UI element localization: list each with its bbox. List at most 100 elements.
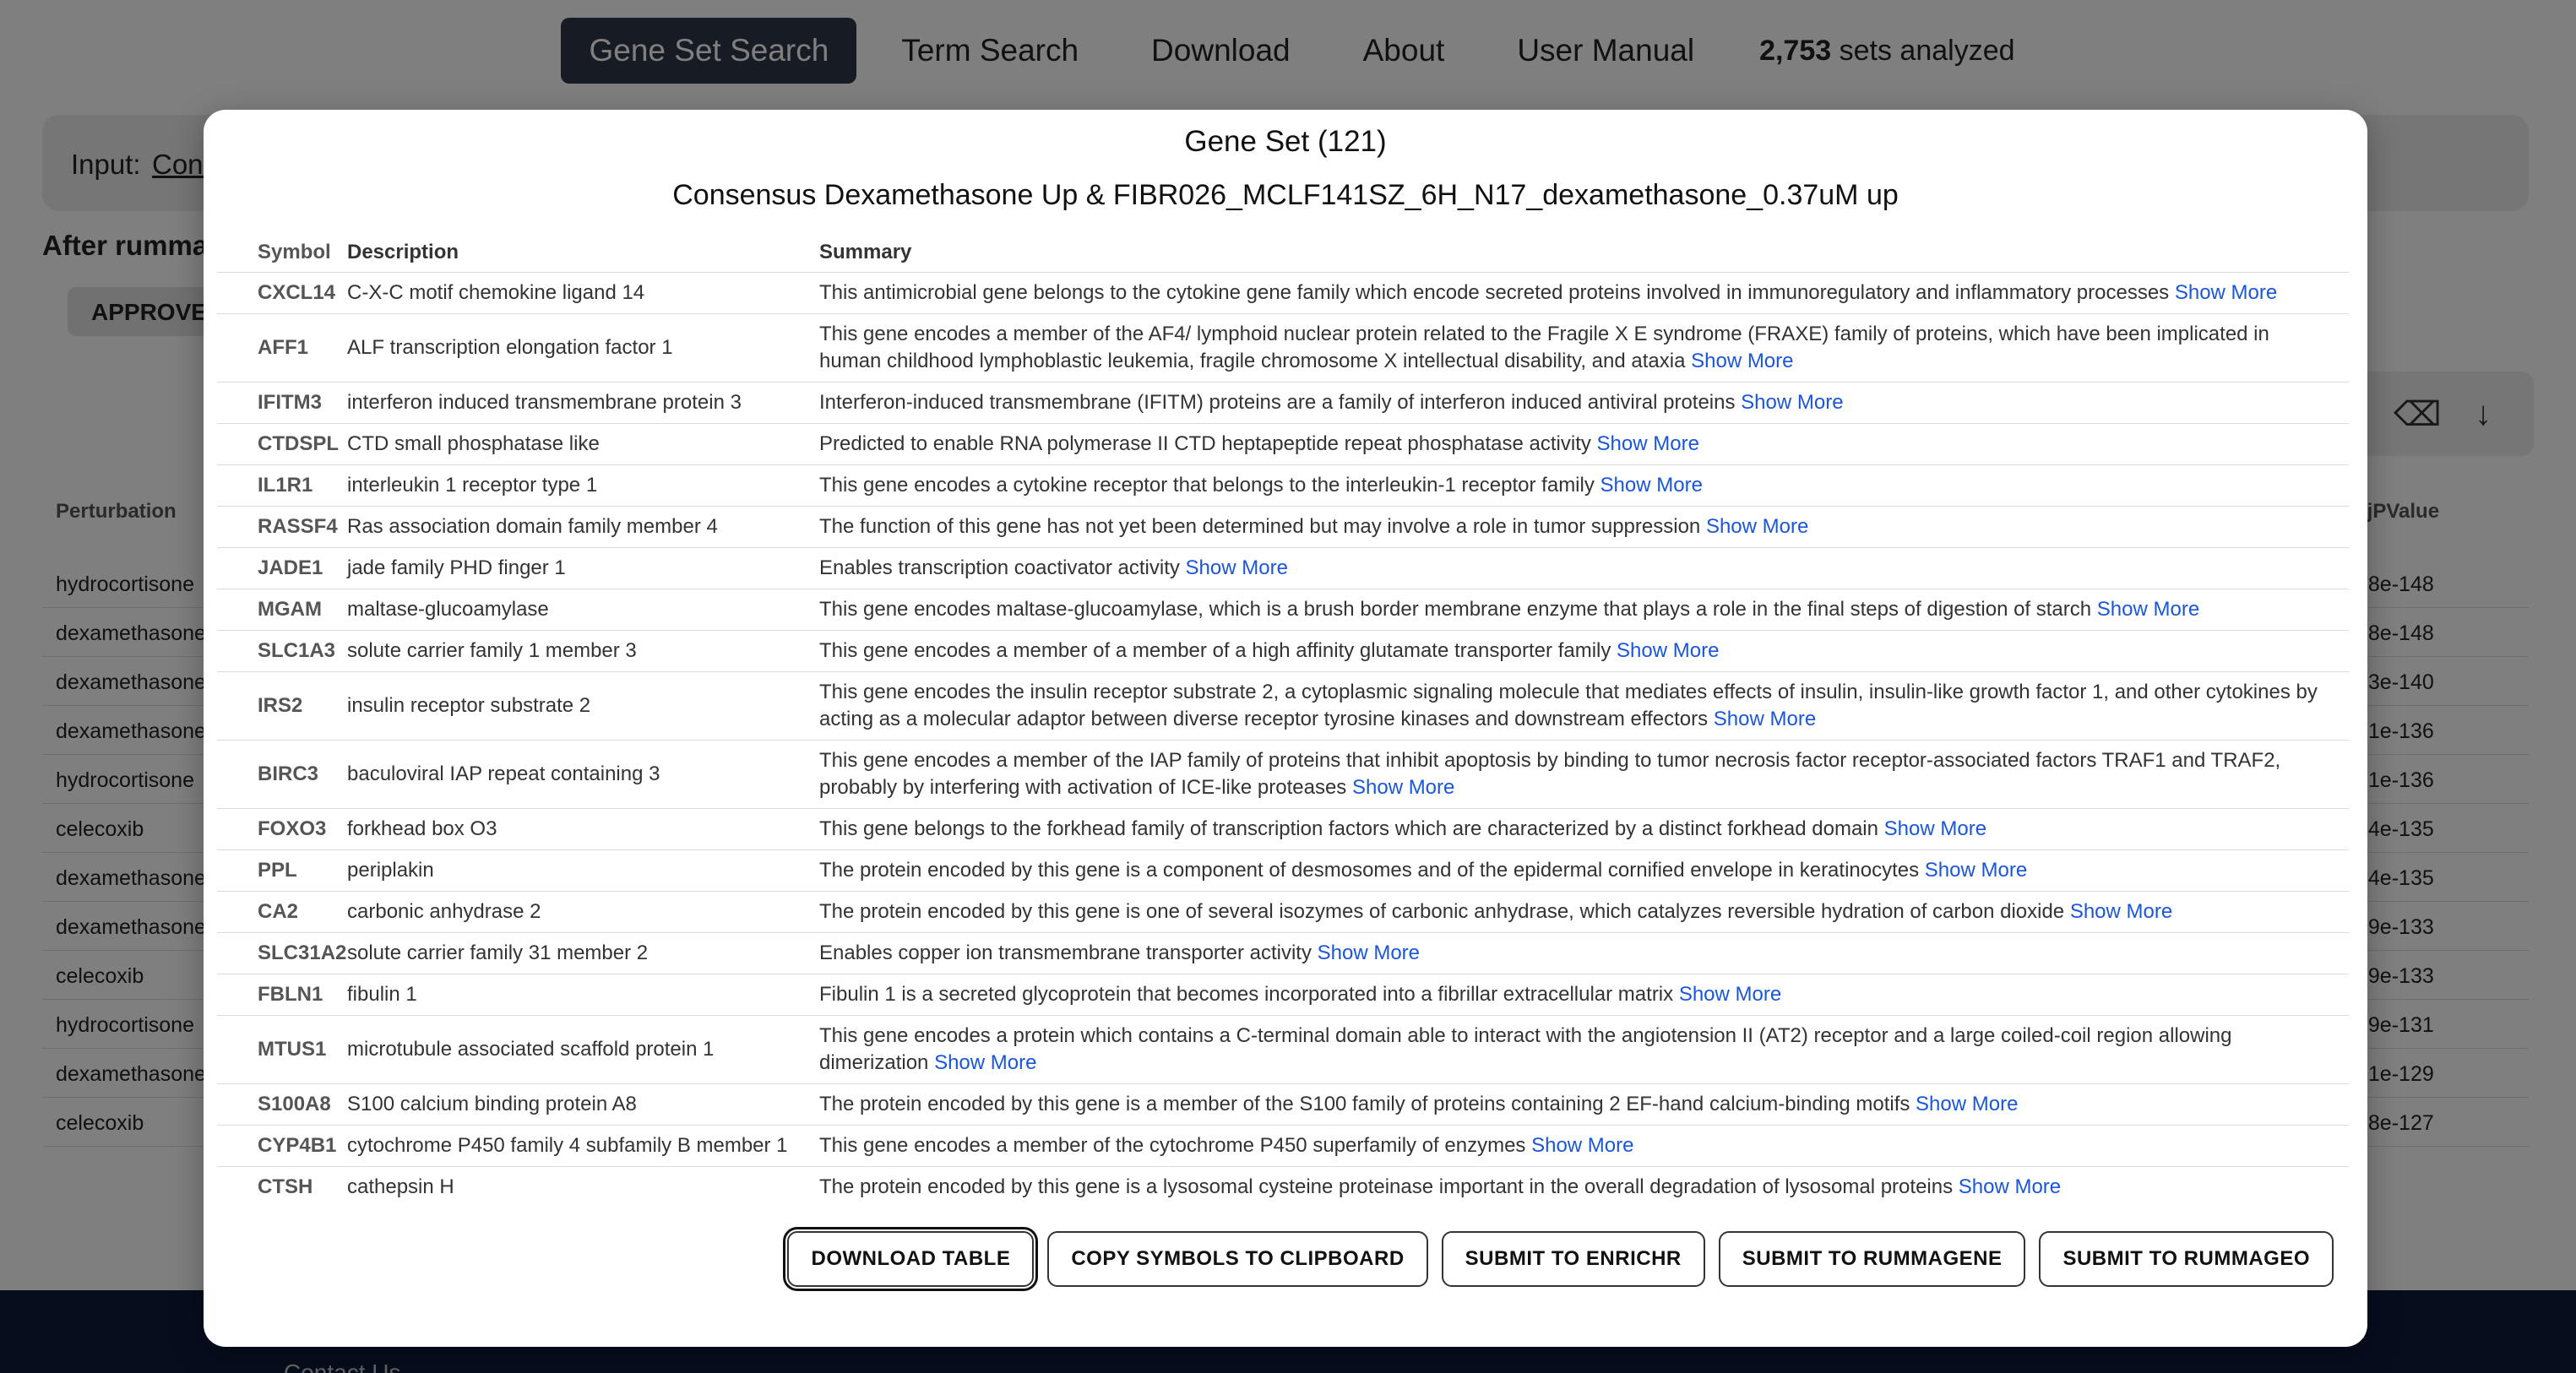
symbol-column-header: Symbol bbox=[258, 240, 331, 263]
gene-row: RASSF4 Ras association domain family memb… bbox=[217, 505, 2349, 547]
gene-row: CYP4B1 cytochrome P450 family 4 subfamily… bbox=[217, 1124, 2349, 1166]
copy-symbols-button[interactable]: COPY SYMBOLS TO CLIPBOARD bbox=[1047, 1231, 1428, 1287]
show-more-link[interactable]: Show More bbox=[1959, 1175, 2061, 1198]
gene-summary: This gene encodes a member of the IAP fa… bbox=[819, 748, 2281, 799]
gene-symbol: MGAM bbox=[217, 588, 347, 630]
gene-description: fibulin 1 bbox=[347, 973, 819, 1015]
submit-enrichr-button[interactable]: SUBMIT TO ENRICHR bbox=[1441, 1231, 1705, 1287]
gene-symbol: CTSH bbox=[217, 1165, 347, 1207]
gene-summary-cell: Enables transcription coactivator activi… bbox=[819, 546, 2349, 589]
gene-summary: This antimicrobial gene belongs to the c… bbox=[819, 280, 2170, 304]
gene-description: maltase-glucoamylase bbox=[347, 588, 819, 630]
gene-description: interferon induced transmembrane protein… bbox=[347, 381, 819, 423]
gene-summary: The protein encoded by this gene is a co… bbox=[819, 858, 1920, 882]
gene-summary-cell: This gene encodes a member of a member o… bbox=[819, 629, 2349, 671]
gene-summary-cell: The protein encoded by this gene is a me… bbox=[819, 1083, 2349, 1125]
show-more-link[interactable]: Show More bbox=[934, 1051, 1036, 1074]
gene-row: IRS2 insulin receptor substrate 2 This gen… bbox=[217, 670, 2349, 740]
gene-summary: The protein encoded by this gene is a ly… bbox=[819, 1175, 1954, 1198]
gene-summary-cell: Predicted to enable RNA polymerase II CT… bbox=[819, 422, 2349, 464]
gene-row: S100A8 S100 calcium binding protein A8 The… bbox=[217, 1083, 2349, 1125]
gene-symbol: S100A8 bbox=[217, 1083, 347, 1125]
gene-description: ALF transcription elongation factor 1 bbox=[347, 312, 819, 382]
gene-summary: This gene encodes a member of a member o… bbox=[819, 638, 1611, 662]
gene-summary: This gene encodes a member of the cytoch… bbox=[819, 1133, 1526, 1157]
show-more-link[interactable]: Show More bbox=[1706, 515, 1808, 538]
gene-symbol: JADE1 bbox=[217, 546, 347, 589]
gene-summary: This gene encodes the insulin receptor s… bbox=[819, 680, 2318, 730]
gene-description: S100 calcium binding protein A8 bbox=[347, 1083, 819, 1125]
show-more-link[interactable]: Show More bbox=[1741, 391, 1843, 414]
show-more-link[interactable]: Show More bbox=[1714, 708, 1816, 730]
gene-summary: Fibulin 1 is a secreted glycoprotein tha… bbox=[819, 982, 1674, 1006]
gene-summary: Enables transcription coactivator activi… bbox=[819, 556, 1180, 579]
gene-description: cytochrome P450 family 4 subfamily B mem… bbox=[347, 1124, 819, 1166]
modal-title: Gene Set (121) bbox=[1184, 125, 1387, 158]
gene-description: CTD small phosphatase like bbox=[347, 422, 819, 464]
gene-symbol: SLC1A3 bbox=[217, 629, 347, 671]
show-more-link[interactable]: Show More bbox=[1679, 983, 1781, 1006]
show-more-link[interactable]: Show More bbox=[1352, 776, 1454, 799]
show-more-link[interactable]: Show More bbox=[1597, 432, 1699, 455]
gene-summary: The protein encoded by this gene is one … bbox=[819, 899, 2065, 923]
gene-table: Symbol Description Summary CXCL14 C-X-C m… bbox=[217, 235, 2349, 1207]
gene-summary-cell: This gene encodes a member of the cytoch… bbox=[819, 1124, 2349, 1166]
show-more-link[interactable]: Show More bbox=[2070, 900, 2172, 923]
gene-summary-cell: Fibulin 1 is a secreted glycoprotein tha… bbox=[819, 973, 2349, 1015]
show-more-link[interactable]: Show More bbox=[1925, 859, 2027, 882]
show-more-link[interactable]: Show More bbox=[1884, 817, 1986, 840]
gene-description: Ras association domain family member 4 bbox=[347, 505, 819, 547]
gene-row: CTSH cathepsin H The protein encoded by th… bbox=[217, 1165, 2349, 1207]
gene-row: JADE1 jade family PHD finger 1 Enables tra… bbox=[217, 546, 2349, 589]
show-more-link[interactable]: Show More bbox=[1318, 942, 1420, 964]
submit-rummageo-button[interactable]: SUBMIT TO RUMMAGEO bbox=[2039, 1231, 2334, 1287]
gene-description: interleukin 1 receptor type 1 bbox=[347, 464, 819, 506]
gene-summary-cell: The protein encoded by this gene is one … bbox=[819, 890, 2349, 932]
download-table-button[interactable]: DOWNLOAD TABLE bbox=[783, 1227, 1039, 1291]
gene-description: cathepsin H bbox=[347, 1165, 819, 1207]
modal-subtitle: Consensus Dexamethasone Up & FIBR026_MCL… bbox=[672, 179, 1899, 211]
gene-symbol: CA2 bbox=[217, 890, 347, 932]
modal-actions: DOWNLOAD TABLE COPY SYMBOLS TO CLIPBOARD… bbox=[783, 1227, 2334, 1291]
gene-symbol: CXCL14 bbox=[217, 271, 347, 313]
gene-table-scroll[interactable]: Symbol Description Summary CXCL14 C-X-C m… bbox=[217, 235, 2354, 1322]
gene-summary: This gene encodes a cytokine receptor th… bbox=[819, 473, 1595, 497]
gene-summary-cell: This gene encodes a member of the IAP fa… bbox=[819, 739, 2349, 808]
gene-row: SLC1A3 solute carrier family 1 member 3 Th… bbox=[217, 629, 2349, 671]
show-more-link[interactable]: Show More bbox=[1600, 474, 1703, 497]
submit-rummagene-button[interactable]: SUBMIT TO RUMMAGENE bbox=[1718, 1231, 2026, 1287]
gene-summary-cell: Interferon-induced transmembrane (IFITM)… bbox=[819, 381, 2349, 423]
show-more-link[interactable]: Show More bbox=[2175, 281, 2277, 304]
gene-symbol: IL1R1 bbox=[217, 464, 347, 506]
gene-summary: Interferon-induced transmembrane (IFITM)… bbox=[819, 390, 1736, 414]
gene-summary-cell: This gene belongs to the forkhead family… bbox=[819, 807, 2349, 849]
gene-symbol: SLC31A2 bbox=[217, 931, 347, 974]
gene-description: solute carrier family 31 member 2 bbox=[347, 931, 819, 974]
gene-description: forkhead box O3 bbox=[347, 807, 819, 849]
show-more-link[interactable]: Show More bbox=[1186, 556, 1288, 579]
gene-summary-cell: Enables copper ion transmembrane transpo… bbox=[819, 931, 2349, 974]
show-more-link[interactable]: Show More bbox=[1531, 1134, 1633, 1157]
gene-row: CXCL14 C-X-C motif chemokine ligand 14 Thi… bbox=[217, 271, 2349, 313]
gene-summary: The function of this gene has not yet be… bbox=[819, 514, 1701, 538]
gene-summary-cell: This antimicrobial gene belongs to the c… bbox=[819, 271, 2349, 313]
gene-table-body: CXCL14 C-X-C motif chemokine ligand 14 Thi… bbox=[217, 271, 2349, 1207]
show-more-link[interactable]: Show More bbox=[2097, 598, 2199, 621]
gene-symbol: BIRC3 bbox=[217, 739, 347, 808]
show-more-link[interactable]: Show More bbox=[1617, 639, 1719, 662]
gene-row: MGAM maltase-glucoamylase This gene encode… bbox=[217, 588, 2349, 630]
gene-symbol: IRS2 bbox=[217, 670, 347, 740]
gene-row: FBLN1 fibulin 1 Fibulin 1 is a secreted gl… bbox=[217, 973, 2349, 1015]
show-more-link[interactable]: Show More bbox=[1691, 350, 1793, 372]
gene-description: solute carrier family 1 member 3 bbox=[347, 629, 819, 671]
gene-summary: This gene encodes maltase-glucoamylase, … bbox=[819, 597, 2092, 621]
gene-summary-cell: This gene encodes a protein which contai… bbox=[819, 1014, 2349, 1083]
gene-description: microtubule associated scaffold protein … bbox=[347, 1014, 819, 1083]
gene-summary: This gene belongs to the forkhead family… bbox=[819, 817, 1878, 840]
gene-symbol: MTUS1 bbox=[217, 1014, 347, 1083]
gene-table-header: Symbol Description Summary bbox=[217, 235, 2349, 272]
show-more-link[interactable]: Show More bbox=[1916, 1093, 2018, 1115]
gene-summary-cell: The function of this gene has not yet be… bbox=[819, 505, 2349, 547]
gene-summary: Enables copper ion transmembrane transpo… bbox=[819, 941, 1312, 964]
gene-symbol: FBLN1 bbox=[217, 973, 347, 1015]
